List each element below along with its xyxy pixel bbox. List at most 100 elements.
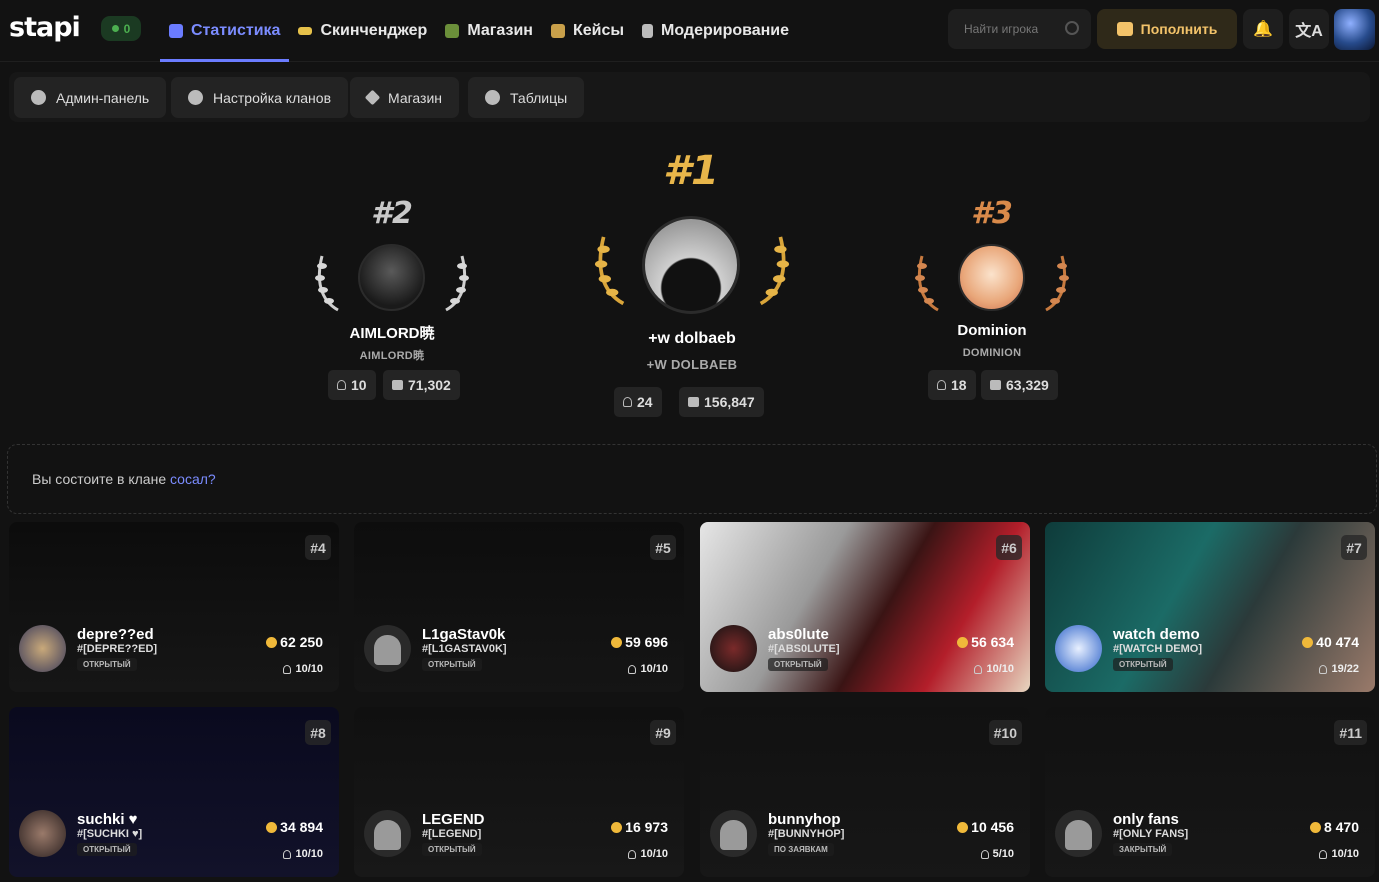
clan-avatar <box>1055 625 1102 672</box>
clan-card[interactable]: #5 L1gaStav0k #[L1GASTAV0K] ОТКРЫТЫЙ 59 … <box>354 522 684 692</box>
topup-label: Пополнить <box>1140 21 1218 37</box>
coins-icon <box>957 821 969 833</box>
members-count: 19/22 <box>1331 663 1359 675</box>
clan-members: 10/10 <box>283 848 323 860</box>
clan-name: LEGEND <box>422 811 485 828</box>
laurel-right-icon <box>445 255 469 312</box>
coins-icon <box>990 380 1001 390</box>
money-value: 56 634 <box>971 634 1014 650</box>
clan-money: 40 474 <box>1302 634 1359 650</box>
money-value: 10 456 <box>971 819 1014 835</box>
rank-badge: #7 <box>1341 535 1367 560</box>
prompt-text: Вы состоите в клане <box>32 471 170 487</box>
clan-card[interactable]: #7 watch demo #[WATCH DEMO] ОТКРЫТЫЙ 40 … <box>1045 522 1375 692</box>
nav-label: Магазин <box>467 22 533 39</box>
laurel-left-icon <box>315 255 339 312</box>
laurel-left-icon <box>594 236 625 306</box>
clan-card[interactable]: #10 bunnyhop #[BUNNYHOP] ПО ЗАЯВКАМ 10 4… <box>700 707 1030 877</box>
logo[interactable]: stapi <box>9 12 81 43</box>
clan-money: 56 634 <box>957 634 1014 650</box>
clan-tag: #[LEGEND] <box>422 828 482 840</box>
clan-status: ОТКРЫТЫЙ <box>422 658 482 671</box>
clan-status: ОТКРЫТЫЙ <box>1113 658 1173 671</box>
money-value: 8 470 <box>1323 819 1359 835</box>
subnav-tables[interactable]: Таблицы <box>468 77 585 118</box>
members-count: 10/10 <box>295 848 323 860</box>
members-chip: 10 <box>328 370 376 400</box>
members-count: 10/10 <box>295 663 323 675</box>
rank-badge: #4 <box>305 535 331 560</box>
clan-tag: +W DOLBAEB <box>646 357 738 372</box>
clan-members: 10/10 <box>283 663 323 675</box>
money-value: 16 973 <box>625 819 668 835</box>
subnav-shop[interactable]: Магазин <box>350 77 460 118</box>
rank-badge: #5 <box>650 535 676 560</box>
wallet-icon <box>1116 22 1133 36</box>
topup-button[interactable]: Пополнить <box>1097 9 1237 49</box>
clan-card[interactable]: #4 depre??ed #[DEPRE??ED] ОТКРЫТЫЙ 62 25… <box>9 522 339 692</box>
clan-status: ЗАКРЫТЫЙ <box>1113 843 1173 856</box>
clan-name: Dominion <box>957 322 1027 339</box>
clan-link[interactable]: сосал? <box>170 471 216 487</box>
nav-cases[interactable]: Кейсы <box>542 0 633 62</box>
clan-card[interactable]: #8 suchki ♥ #[SUCHKI ♥] ОТКРЫТЫЙ 34 894 … <box>9 707 339 877</box>
notifications-button[interactable]: 🔔 <box>1243 9 1283 49</box>
clan-tag: #[WATCH DEMO] <box>1113 643 1203 655</box>
nav-label: Кейсы <box>572 22 625 39</box>
main-nav: Статистика Скинченджер Магазин Кейсы Мод… <box>160 0 798 62</box>
rank-badge: #11 <box>1334 720 1367 745</box>
laurel-right-icon <box>1045 255 1069 312</box>
nav-stats[interactable]: Статистика <box>160 0 290 62</box>
clan-money: 59 696 <box>611 634 668 650</box>
clan-tag: #[ONLY FANS] <box>1113 828 1189 840</box>
subnav-label: Магазин <box>388 89 443 106</box>
clan-card[interactable]: #6 abs0lute #[ABS0LUTE] ОТКРЫТЫЙ 56 634 … <box>700 522 1030 692</box>
coins-icon <box>611 636 623 648</box>
nav-shop[interactable]: Магазин <box>436 0 542 62</box>
money-value: 34 894 <box>280 819 323 835</box>
user-icon <box>980 849 989 859</box>
clan-name: L1gaStav0k <box>422 626 506 643</box>
coins-icon <box>688 397 699 407</box>
diamond-icon <box>364 89 381 106</box>
users-icon <box>188 90 203 105</box>
search-icon <box>1065 21 1079 35</box>
clan-money: 16 973 <box>611 819 668 835</box>
coins-icon <box>266 636 278 648</box>
clan-status: ОТКРЫТЫЙ <box>768 658 828 671</box>
nav-skinchanger[interactable]: Скинченджер <box>289 0 436 62</box>
user-avatar[interactable] <box>1334 9 1375 50</box>
clan-tag: #[ABS0LUTE] <box>768 643 840 655</box>
nav-moderation[interactable]: Модерирование <box>633 0 798 62</box>
user-icon <box>628 849 637 859</box>
user-icon <box>623 397 632 407</box>
clan-card[interactable]: #9 LEGEND #[LEGEND] ОТКРЫТЫЙ 16 973 10/1… <box>354 707 684 877</box>
language-button[interactable]: 文A <box>1289 9 1329 49</box>
clan-members: 10/10 <box>1319 848 1359 860</box>
rank-label: #2 <box>371 196 413 231</box>
money-value: 59 696 <box>625 634 668 650</box>
clan-name: only fans <box>1113 811 1179 828</box>
clan-name: suchki ♥ <box>77 811 138 828</box>
top-bar: stapi 0 Статистика Скинченджер Магазин К… <box>0 0 1379 62</box>
nav-label: Статистика <box>191 22 281 39</box>
money-value: 156,847 <box>704 394 755 410</box>
online-dot-icon <box>111 25 119 32</box>
coins-icon <box>1309 821 1321 833</box>
subnav-label: Таблицы <box>510 89 568 106</box>
clan-members: 5/10 <box>980 848 1014 860</box>
clan-card[interactable]: #11 only fans #[ONLY FANS] ЗАКРЫТЫЙ 8 47… <box>1045 707 1375 877</box>
subnav-admin-panel[interactable]: Админ-панель <box>14 77 167 118</box>
members-count: 24 <box>637 394 653 410</box>
clan-members: 10/10 <box>628 663 668 675</box>
clan-tag: #[SUCHKI ♥] <box>77 828 143 840</box>
rank-badge: #9 <box>650 720 676 745</box>
helmet-icon <box>374 820 401 850</box>
money-value: 62 250 <box>280 634 323 650</box>
subnav-clan-settings[interactable]: Настройка кланов <box>171 77 349 118</box>
coins-icon <box>957 636 969 648</box>
rank-label: #3 <box>971 196 1013 231</box>
money-chip: 71,302 <box>383 370 460 400</box>
player-search-input[interactable]: Найти игрока <box>948 9 1091 49</box>
document-icon <box>642 24 654 38</box>
